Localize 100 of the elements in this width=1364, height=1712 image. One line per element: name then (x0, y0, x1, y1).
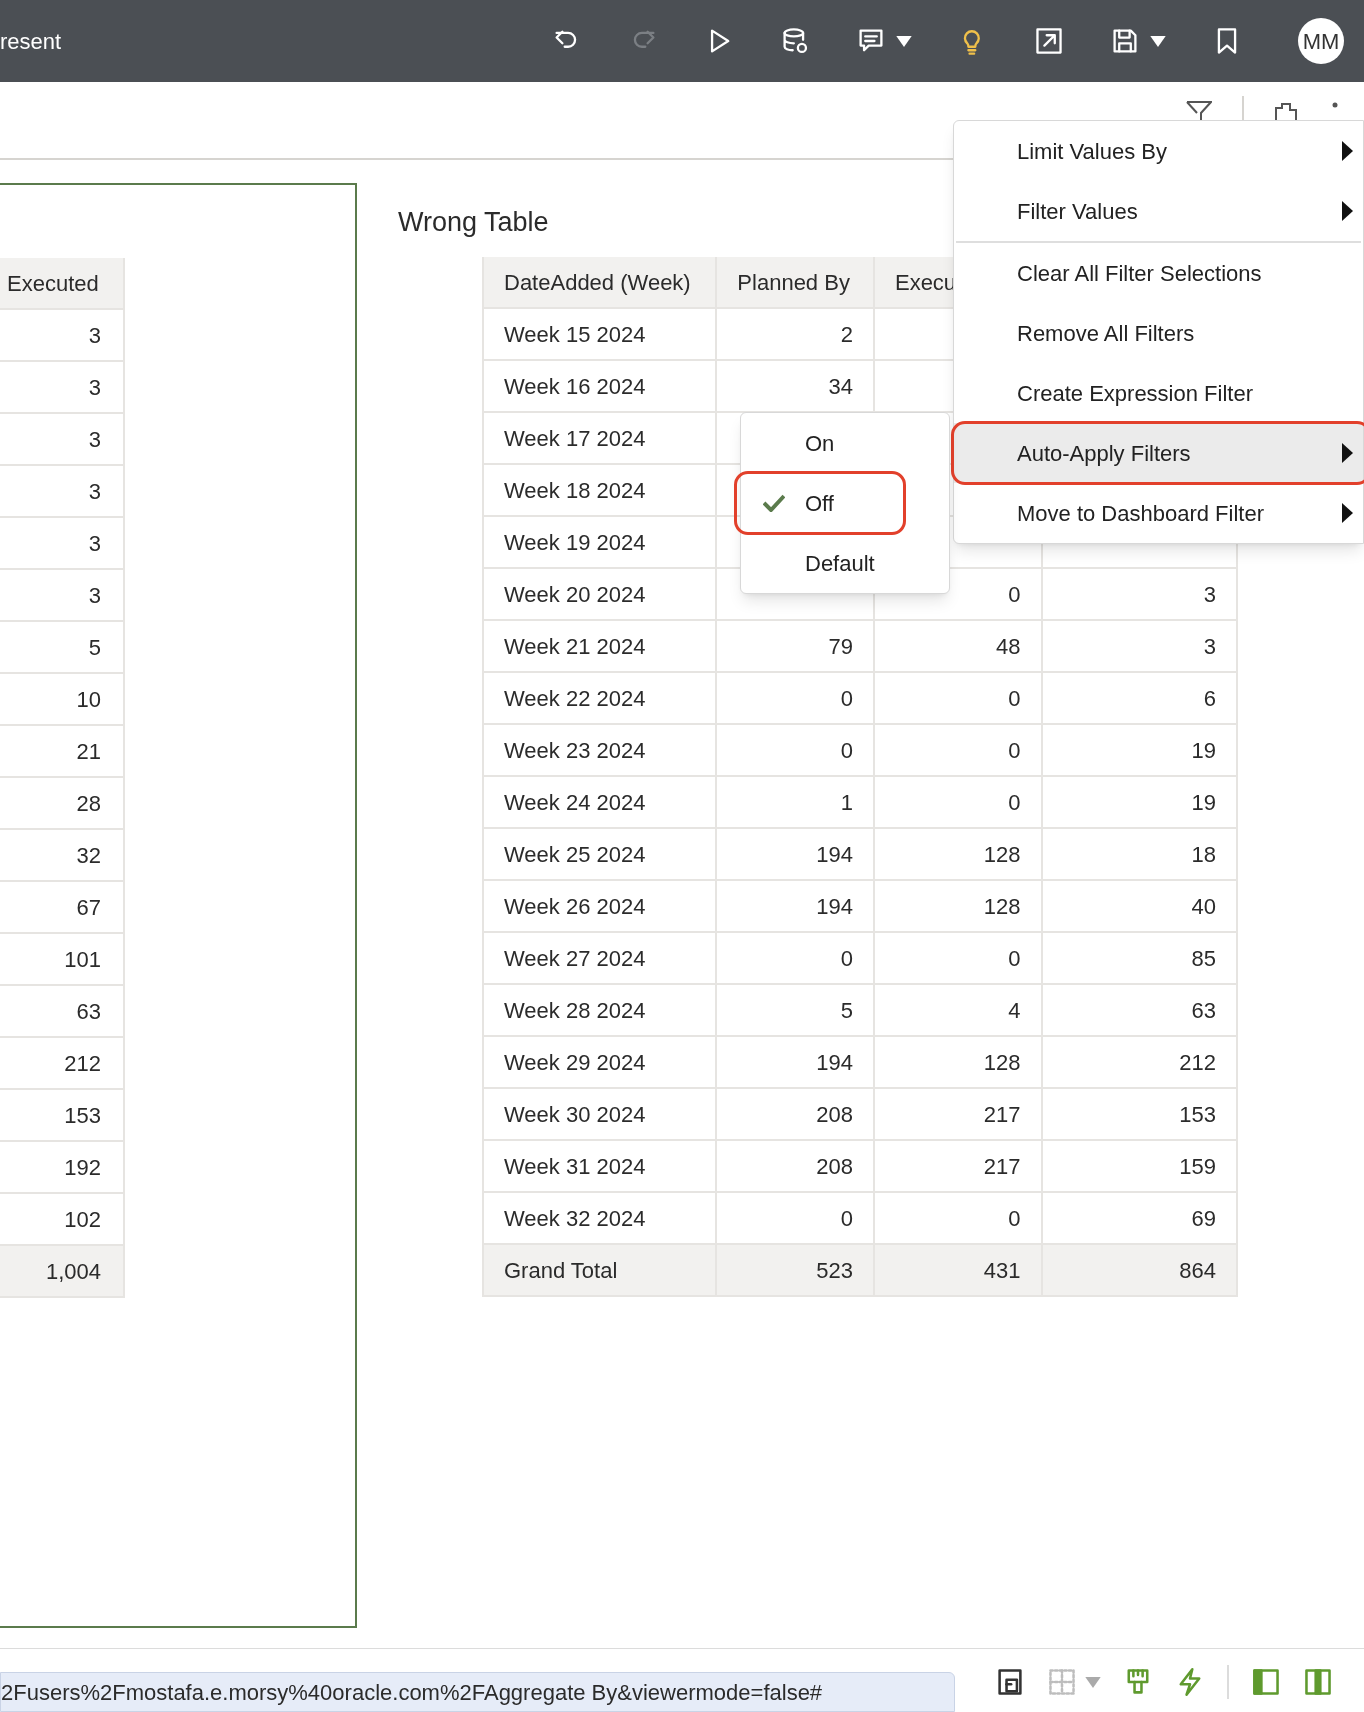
table-cell: 19 (1042, 777, 1236, 829)
submenu-arrow-icon (1342, 201, 1353, 221)
table-cell: 85 (1042, 933, 1236, 985)
table-cell: 3 (0, 466, 123, 518)
table-cell: 431 (874, 1245, 1043, 1297)
table-cell: Week 25 2024 (484, 829, 718, 881)
table-cell: Week 20 2024 (484, 569, 718, 621)
database-icon[interactable] (780, 26, 810, 56)
table-cell: 128 (874, 829, 1043, 881)
table-cell: 194 (717, 829, 875, 881)
table-cell: 0 (717, 725, 875, 777)
table-cell: 3 (1042, 621, 1236, 673)
table-cell: 67 (0, 882, 123, 934)
table-cell: 21 (0, 726, 123, 778)
table-cell: 2 (717, 309, 875, 361)
table-cell: Week 26 2024 (484, 881, 718, 933)
table-cell: 192 (0, 1142, 123, 1194)
table-cell: 153 (1042, 1089, 1236, 1141)
menu-item[interactable]: Limit Values By (954, 121, 1363, 181)
table-cell: Grand Total (484, 1245, 718, 1297)
submenu-arrow-icon (1342, 141, 1353, 161)
filter-icon[interactable] (1186, 101, 1212, 121)
table-cell: 1,004 (0, 1246, 123, 1298)
table-cell: 1 (717, 777, 875, 829)
table-cell: 5 (0, 622, 123, 674)
submenu-arrow-icon (1342, 503, 1353, 523)
table-cell: Week 18 2024 (484, 465, 718, 517)
table-cell: 18 (1042, 829, 1236, 881)
table-cell: 523 (717, 1245, 875, 1297)
caret-icon[interactable] (1150, 35, 1166, 47)
menu-item[interactable]: Move to Dashboard Filter (954, 483, 1363, 543)
table-cell: 3 (0, 310, 123, 362)
table-cell: Week 28 2024 (484, 985, 718, 1037)
table-cell: 212 (0, 1038, 123, 1090)
table-cell: 128 (874, 881, 1043, 933)
menu-item[interactable]: Clear All Filter Selections (954, 243, 1363, 303)
table-cell: 4 (874, 985, 1043, 1037)
table-title: Wrong Table (398, 207, 549, 237)
table-cell: 217 (874, 1089, 1043, 1141)
table-cell: 0 (874, 933, 1043, 985)
table-cell: 3 (0, 414, 123, 466)
menu-item[interactable]: Filter Values (954, 181, 1363, 241)
table-cell: Week 27 2024 (484, 933, 718, 985)
table-cell: 212 (1042, 1037, 1236, 1089)
table-cell: Week 15 2024 (484, 309, 718, 361)
page-icon[interactable] (995, 1667, 1025, 1697)
table-cell: 0 (717, 933, 875, 985)
table-cell: Week 29 2024 (484, 1037, 718, 1089)
column-header[interactable]: Execu (894, 265, 957, 299)
table-cell: 6 (1042, 673, 1236, 725)
column-header[interactable]: DateAdded (Week) (504, 265, 691, 299)
table-cell: Week 24 2024 (484, 777, 718, 829)
table-cell: 79 (717, 621, 875, 673)
table-cell: Week 30 2024 (484, 1089, 718, 1141)
table-cell: 28 (0, 778, 123, 830)
submenu-arrow-icon (1342, 443, 1353, 463)
menu-item[interactable]: Remove All Filters (954, 303, 1363, 363)
page-title: resent (0, 27, 62, 56)
table-cell: 0 (874, 777, 1043, 829)
table-cell: 5 (717, 985, 875, 1037)
table-cell: 153 (0, 1090, 123, 1142)
menu-item[interactable]: On (741, 413, 949, 473)
table-cell: 40 (1042, 881, 1236, 933)
table-cell: Week 21 2024 (484, 621, 718, 673)
caret-icon[interactable] (896, 35, 912, 47)
table-cell: 128 (874, 1037, 1043, 1089)
menu-item[interactable]: Auto-Apply Filters (954, 423, 1363, 483)
panel-icon[interactable] (1251, 1667, 1281, 1697)
table-cell: 63 (1042, 985, 1236, 1037)
url-field[interactable]: 2Fusers%2Fmostafa.e.morsy%40oracle.com%2FAggregate By&viewermode=false# (0, 1672, 955, 1712)
table-cell: 48 (874, 621, 1043, 673)
table-cell: 32 (0, 830, 123, 882)
table-cell: 194 (717, 1037, 875, 1089)
avatar[interactable]: MM (1298, 18, 1344, 64)
table-cell: 208 (717, 1089, 875, 1141)
menu-item[interactable]: Off (741, 473, 949, 533)
save-icon[interactable] (1110, 26, 1140, 56)
table-cell: 864 (1042, 1245, 1236, 1297)
table-cell: 3 (0, 362, 123, 414)
column-header[interactable]: Planned By (737, 265, 850, 299)
table-cell: 217 (874, 1141, 1043, 1193)
export-icon[interactable] (1034, 26, 1064, 56)
table-cell: 194 (717, 881, 875, 933)
table-cell: Week 23 2024 (484, 725, 718, 777)
menu-item[interactable]: Create Expression Filter (954, 363, 1363, 423)
table-cell: Week 31 2024 (484, 1141, 718, 1193)
table-cell: Week 17 2024 (484, 413, 718, 465)
table-cell: Week 16 2024 (484, 361, 718, 413)
table-cell: 159 (1042, 1141, 1236, 1193)
table-cell: Week 19 2024 (484, 517, 718, 569)
table-cell: 10 (0, 674, 123, 726)
table-cell: 3 (0, 518, 123, 570)
table-cell: 101 (0, 934, 123, 986)
table-cell: 63 (0, 986, 123, 1038)
split-panel-icon[interactable] (1303, 1667, 1333, 1697)
table-cell: 0 (717, 673, 875, 725)
table-cell: 3 (0, 570, 123, 622)
table-cell: 19 (1042, 725, 1236, 777)
table-cell: 208 (717, 1141, 875, 1193)
table-cell: 3 (1042, 569, 1236, 621)
